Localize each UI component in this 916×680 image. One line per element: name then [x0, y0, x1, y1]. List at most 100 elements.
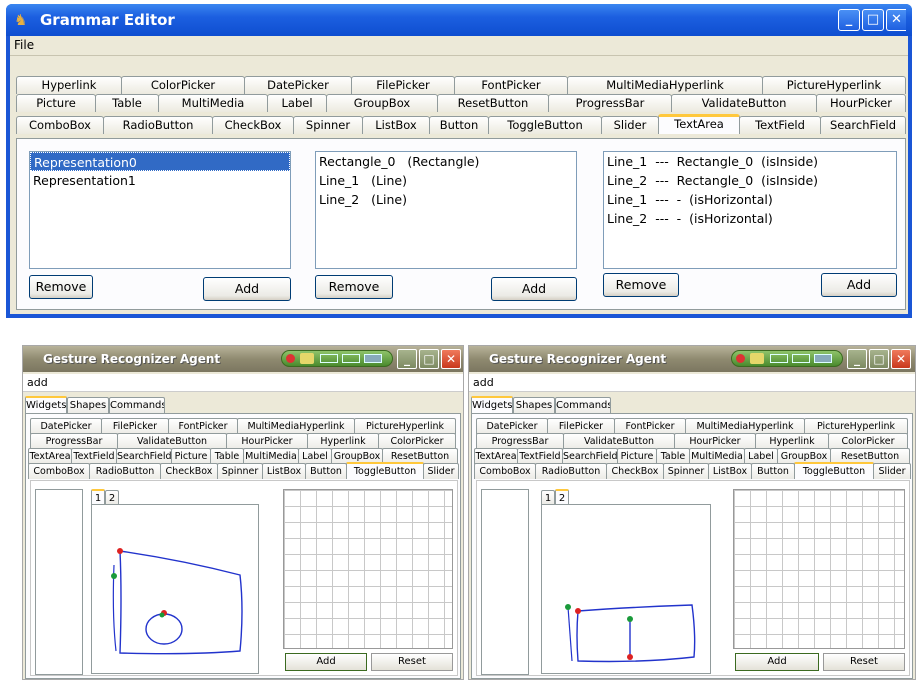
add-shape-button[interactable]: Add	[491, 277, 577, 301]
tab-textarea[interactable]: TextArea	[474, 448, 518, 464]
reset-button[interactable]: Reset	[823, 653, 905, 671]
tab-picturehyperlink[interactable]: PictureHyperlink	[354, 418, 456, 434]
tab-shapes[interactable]: Shapes	[513, 397, 555, 413]
minimize-button[interactable]: _	[397, 349, 417, 369]
tab-searchfield[interactable]: SearchField	[562, 448, 618, 464]
tab-radiobutton[interactable]: RadioButton	[89, 463, 161, 479]
shape-list[interactable]: Rectangle_0 (Rectangle) Line_1 (Line) Li…	[315, 151, 577, 269]
maximize-button[interactable]: □	[869, 349, 889, 369]
add-constraint-button[interactable]: Add	[821, 273, 897, 297]
tab-validatebutton[interactable]: ValidateButton	[563, 433, 675, 449]
toolbar-cluster[interactable]	[281, 350, 393, 367]
tab-multimediahyperlink[interactable]: MultiMediaHyperlink	[567, 76, 763, 94]
tab-table[interactable]: Table	[210, 448, 244, 464]
tab-picturehyperlink[interactable]: PictureHyperlink	[762, 76, 906, 94]
window-icon[interactable]	[792, 354, 810, 363]
tab-widgets[interactable]: Widgets	[25, 396, 67, 413]
list-item[interactable]: Line_1 --- Rectangle_0 (isInside)	[604, 152, 896, 171]
tab-multimedia[interactable]: MultiMedia	[243, 448, 299, 464]
remove-shape-button[interactable]: Remove	[315, 275, 393, 299]
tab-button[interactable]: Button	[305, 463, 347, 479]
tab-hyperlink[interactable]: Hyperlink	[16, 76, 122, 94]
rep-tab-1[interactable]: 1	[541, 490, 555, 504]
maximize-button[interactable]: □	[419, 349, 439, 369]
close-button[interactable]: ✕	[891, 349, 911, 369]
tab-fontpicker[interactable]: FontPicker	[168, 418, 238, 434]
tab-radiobutton[interactable]: RadioButton	[103, 116, 213, 134]
tab-hyperlink[interactable]: Hyperlink	[755, 433, 829, 449]
menu-add[interactable]: add	[469, 374, 915, 392]
tab-commands[interactable]: Commands	[555, 397, 611, 413]
menu-file[interactable]: File	[14, 38, 34, 52]
tab-validatebutton[interactable]: ValidateButton	[117, 433, 227, 449]
tab-listbox[interactable]: ListBox	[362, 116, 430, 134]
tab-picture[interactable]: Picture	[16, 94, 96, 112]
tab-colorpicker[interactable]: ColorPicker	[828, 433, 908, 449]
minimize-button[interactable]: _	[838, 9, 860, 31]
window-icon[interactable]	[770, 354, 788, 363]
tab-radiobutton[interactable]: RadioButton	[535, 463, 607, 479]
tab-shapes[interactable]: Shapes	[67, 397, 109, 413]
close-button[interactable]: ✕	[886, 9, 906, 31]
tab-hourpicker[interactable]: HourPicker	[226, 433, 308, 449]
tab-multimediahyperlink[interactable]: MultiMediaHyperlink	[685, 418, 805, 434]
add-button[interactable]: Add	[285, 653, 367, 671]
list-item[interactable]: Line_2 --- Rectangle_0 (isInside)	[604, 171, 896, 190]
tab-togglebutton[interactable]: ToggleButton	[794, 462, 874, 479]
rep-tab-1[interactable]: 1	[91, 489, 105, 504]
tab-filepicker[interactable]: FilePicker	[547, 418, 615, 434]
tab-multimedia[interactable]: MultiMedia	[689, 448, 745, 464]
tab-label[interactable]: Label	[744, 448, 778, 464]
toolbar-cluster[interactable]	[731, 350, 843, 367]
tab-combobox[interactable]: ComboBox	[16, 116, 104, 134]
tab-textfield[interactable]: TextField	[739, 116, 821, 134]
eye-icon[interactable]	[300, 353, 314, 364]
tab-datepicker[interactable]: DatePicker	[30, 418, 102, 434]
rep-tab-2[interactable]: 2	[105, 490, 119, 504]
eye-icon[interactable]	[750, 353, 764, 364]
tab-checkbox[interactable]: CheckBox	[160, 463, 218, 479]
window-icon[interactable]	[342, 354, 360, 363]
tab-slider[interactable]: Slider	[601, 116, 659, 134]
list-item[interactable]: Representation1	[30, 171, 290, 190]
tab-togglebutton[interactable]: ToggleButton	[488, 116, 602, 134]
reset-button[interactable]: Reset	[371, 653, 453, 671]
drawing-canvas[interactable]	[91, 504, 259, 674]
tab-textarea[interactable]: TextArea	[28, 448, 72, 464]
tab-colorpicker[interactable]: ColorPicker	[378, 433, 456, 449]
tab-resetbutton[interactable]: ResetButton	[437, 94, 549, 112]
tab-textfield[interactable]: TextField	[517, 448, 563, 464]
add-representation-button[interactable]: Add	[203, 277, 291, 301]
record-icon[interactable]	[286, 354, 295, 363]
tab-spinner[interactable]: Spinner	[293, 116, 363, 134]
tab-fontpicker[interactable]: FontPicker	[454, 76, 568, 94]
tab-picture[interactable]: Picture	[171, 448, 211, 464]
tab-combobox[interactable]: ComboBox	[474, 463, 536, 479]
list-item[interactable]: Line_1 --- - (isHorizontal)	[604, 190, 896, 209]
representation-list[interactable]: Representation0 Representation1	[29, 151, 291, 269]
tab-datepicker[interactable]: DatePicker	[244, 76, 352, 94]
tab-spinner[interactable]: Spinner	[217, 463, 263, 479]
tab-multimediahyperlink[interactable]: MultiMediaHyperlink	[237, 418, 355, 434]
list-item[interactable]: Representation0	[30, 152, 290, 171]
list-item[interactable]: Line_2 --- - (isHorizontal)	[604, 209, 896, 228]
tab-colorpicker[interactable]: ColorPicker	[121, 76, 245, 94]
remove-representation-button[interactable]: Remove	[29, 275, 93, 299]
window-icon[interactable]	[814, 354, 832, 363]
tab-textfield[interactable]: TextField	[71, 448, 117, 464]
list-item[interactable]: Line_2 (Line)	[316, 190, 576, 209]
tab-spinner[interactable]: Spinner	[663, 463, 709, 479]
tab-textarea[interactable]: TextArea	[658, 114, 740, 134]
tab-hourpicker[interactable]: HourPicker	[674, 433, 756, 449]
tab-picture[interactable]: Picture	[617, 448, 657, 464]
tab-groupbox[interactable]: GroupBox	[326, 94, 438, 112]
tab-table[interactable]: Table	[95, 94, 159, 112]
tab-multimedia[interactable]: MultiMedia	[158, 94, 268, 112]
window-icon[interactable]	[320, 354, 338, 363]
tab-label[interactable]: Label	[267, 94, 327, 112]
tab-button[interactable]: Button	[751, 463, 795, 479]
tab-listbox[interactable]: ListBox	[262, 463, 306, 479]
tab-fontpicker[interactable]: FontPicker	[614, 418, 686, 434]
tab-slider[interactable]: Slider	[873, 463, 911, 479]
tab-slider[interactable]: Slider	[423, 463, 459, 479]
